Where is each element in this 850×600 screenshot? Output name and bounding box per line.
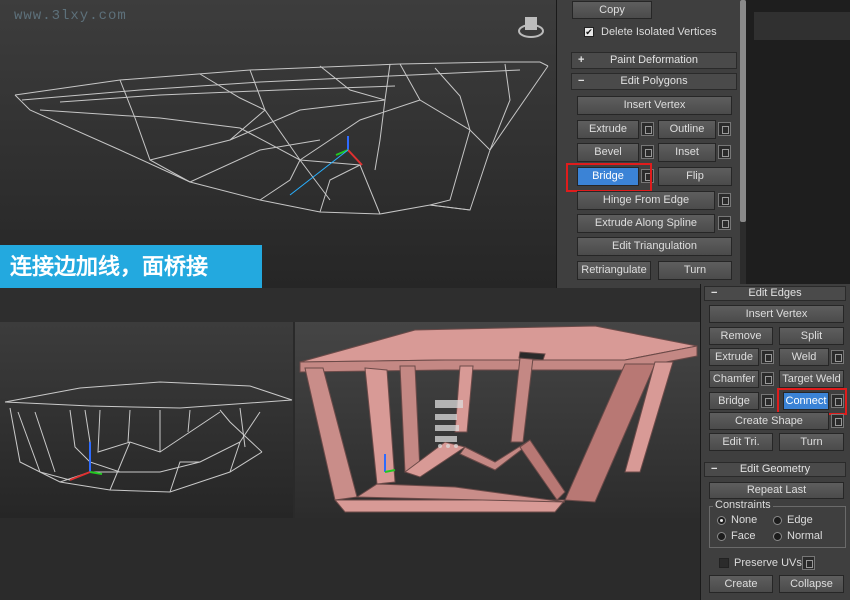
delete-isolated-checkbox[interactable]: ✔ bbox=[584, 27, 594, 37]
extrude-button[interactable]: Extrude bbox=[577, 120, 639, 139]
bridge-settings-icon[interactable] bbox=[761, 394, 774, 408]
constraint-normal-radio[interactable] bbox=[773, 532, 782, 541]
edit-tri-button[interactable]: Edit Tri. bbox=[709, 433, 773, 451]
watermark: www.3lxy.com bbox=[14, 8, 127, 24]
constraint-none-label: None bbox=[731, 514, 758, 526]
highlight-box bbox=[566, 163, 652, 192]
preserve-uvs-settings-icon[interactable] bbox=[802, 556, 815, 570]
viewcube-icon[interactable] bbox=[518, 17, 544, 38]
target-weld-button[interactable]: Target Weld bbox=[779, 370, 844, 388]
extrude-along-spline-button[interactable]: Extrude Along Spline bbox=[577, 214, 715, 233]
edit-polygons-rollout[interactable]: − Edit Polygons bbox=[571, 73, 737, 90]
create-button[interactable]: Create bbox=[709, 575, 773, 593]
constraints-label: Constraints bbox=[713, 499, 773, 511]
chamfer-button[interactable]: Chamfer bbox=[709, 370, 759, 388]
caption-banner: 连接边加线，面桥接 bbox=[0, 245, 262, 288]
shaded-mesh bbox=[299, 325, 698, 513]
rollout-title: Paint Deformation bbox=[609, 54, 699, 66]
retriangulate-button[interactable]: Retriangulate bbox=[577, 261, 651, 280]
chamfer-settings-icon[interactable] bbox=[761, 372, 774, 386]
delete-isolated-label: Delete Isolated Vertices bbox=[601, 26, 717, 38]
extrude-spline-settings-icon[interactable] bbox=[718, 216, 731, 230]
copy-button[interactable]: Copy bbox=[572, 1, 652, 19]
preserve-uvs-label: Preserve UVs bbox=[734, 557, 802, 569]
edit-edges-rollout[interactable]: − Edit Edges bbox=[704, 286, 846, 301]
extrude-button[interactable]: Extrude bbox=[709, 348, 759, 366]
weld-button[interactable]: Weld bbox=[779, 348, 829, 366]
edit-geometry-rollout[interactable]: − Edit Geometry bbox=[704, 462, 846, 477]
constraint-normal-label: Normal bbox=[787, 530, 823, 542]
paint-deformation-rollout[interactable]: + Paint Deformation bbox=[571, 52, 737, 69]
collapse-icon: − bbox=[711, 463, 718, 475]
bottom-strip bbox=[0, 518, 700, 600]
viewport-bottom-left[interactable] bbox=[0, 322, 293, 518]
separator-band bbox=[0, 288, 700, 322]
turn-button[interactable]: Turn bbox=[779, 433, 844, 451]
bevel-settings-icon[interactable] bbox=[641, 145, 654, 159]
hinge-settings-icon[interactable] bbox=[718, 193, 731, 207]
constraint-edge-radio[interactable] bbox=[773, 516, 782, 525]
collapse-button[interactable]: Collapse bbox=[779, 575, 844, 593]
create-shape-button[interactable]: Create Shape bbox=[709, 412, 829, 430]
remove-button[interactable]: Remove bbox=[709, 327, 773, 345]
turn-button[interactable]: Turn bbox=[658, 261, 732, 280]
edit-triangulation-button[interactable]: Edit Triangulation bbox=[577, 237, 732, 256]
hinge-from-edge-button[interactable]: Hinge From Edge bbox=[577, 191, 715, 210]
outline-button[interactable]: Outline bbox=[658, 120, 716, 139]
repeat-last-button[interactable]: Repeat Last bbox=[709, 482, 844, 499]
constraint-edge-label: Edge bbox=[787, 514, 813, 526]
flip-button[interactable]: Flip bbox=[658, 167, 732, 186]
outline-settings-icon[interactable] bbox=[718, 122, 731, 136]
wireframe-mesh-bottom bbox=[4, 381, 293, 493]
inset-settings-icon[interactable] bbox=[718, 145, 731, 159]
create-shape-settings-icon[interactable] bbox=[831, 414, 844, 428]
constraint-face-radio[interactable] bbox=[717, 532, 726, 541]
rollout-title: Edit Edges bbox=[748, 287, 802, 299]
expand-icon: + bbox=[578, 54, 585, 66]
constraints-group bbox=[709, 506, 846, 548]
collapse-icon: − bbox=[578, 75, 585, 87]
constraint-none-radio[interactable] bbox=[717, 516, 726, 525]
split-button[interactable]: Split bbox=[779, 327, 844, 345]
extrude-settings-icon[interactable] bbox=[641, 122, 654, 136]
weld-settings-icon[interactable] bbox=[831, 350, 844, 364]
rollout-title: Edit Geometry bbox=[739, 463, 811, 475]
viewport-bottom-right[interactable] bbox=[295, 322, 700, 518]
highlight-box bbox=[777, 388, 847, 415]
insert-vertex-button[interactable]: Insert Vertex bbox=[577, 96, 732, 115]
preserve-uvs-checkbox[interactable] bbox=[719, 558, 729, 568]
command-panel-top: Copy ✔ Delete Isolated Vertices + Paint … bbox=[556, 0, 747, 288]
extrude-settings-icon[interactable] bbox=[761, 350, 774, 364]
insert-vertex-button[interactable]: Insert Vertex bbox=[709, 305, 844, 323]
command-panel-edges: − Edit Edges Insert Vertex Remove Split … bbox=[700, 284, 850, 600]
bridge-button[interactable]: Bridge bbox=[709, 392, 759, 410]
bevel-button[interactable]: Bevel bbox=[577, 143, 639, 162]
collapse-icon: − bbox=[711, 287, 718, 299]
inset-button[interactable]: Inset bbox=[658, 143, 716, 162]
constraint-face-label: Face bbox=[731, 530, 756, 542]
side-strip bbox=[746, 0, 850, 288]
rollout-title: Edit Polygons bbox=[620, 75, 688, 87]
